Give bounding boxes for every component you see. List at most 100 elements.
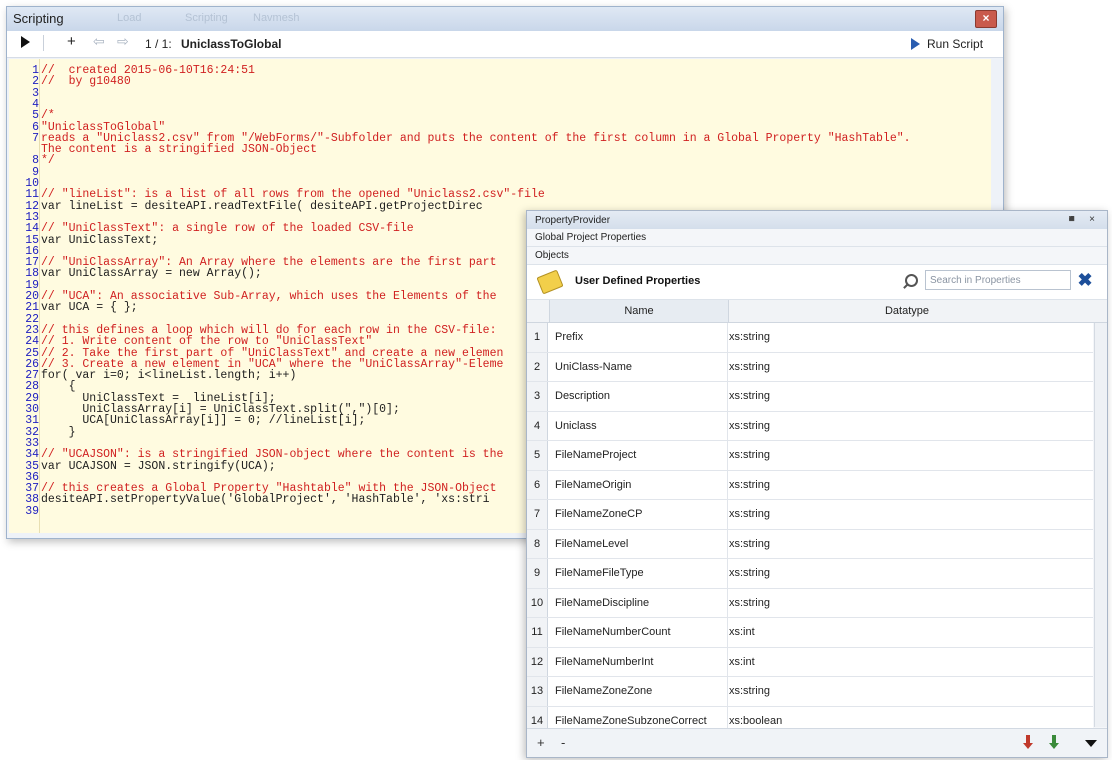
row-index: 12 — [527, 647, 548, 676]
pp-header: User Defined Properties ✖ — [527, 265, 1107, 300]
property-name[interactable]: Description — [555, 382, 610, 410]
column-header-name[interactable]: Name — [549, 300, 729, 322]
vertical-scrollbar[interactable] — [1094, 323, 1107, 727]
code-text: var UCA = { }; — [41, 301, 138, 315]
table-row[interactable]: 9 FileNameFileType xs:string — [527, 559, 1093, 589]
property-datatype[interactable]: xs:string — [729, 559, 770, 587]
code-line[interactable]: 8 */ — [9, 155, 55, 167]
row-index: 9 — [527, 559, 548, 588]
clear-search-icon[interactable]: ✖ — [1075, 270, 1095, 290]
property-datatype[interactable]: xs:string — [729, 441, 770, 469]
row-index: 6 — [527, 470, 548, 499]
code-line[interactable]: 32 } — [9, 425, 75, 439]
row-index: 5 — [527, 441, 548, 470]
table-row[interactable]: 10 FileNameDiscipline xs:string — [527, 588, 1093, 618]
column-header-datatype[interactable]: Datatype — [727, 300, 1087, 322]
line-number: 34 — [25, 448, 39, 462]
table-row[interactable]: 1 Prefix xs:string — [527, 323, 1093, 353]
code-line[interactable]: 12 var lineList = desiteAPI.readTextFile(… — [9, 199, 483, 213]
column-divider — [727, 470, 728, 499]
code-line[interactable]: 39 — [9, 504, 41, 518]
line-number: 31 — [25, 414, 39, 428]
property-datatype[interactable]: xs:string — [729, 353, 770, 381]
property-name[interactable]: FileNameZoneZone — [555, 677, 652, 705]
run-all-icon[interactable] — [21, 36, 30, 48]
table-row[interactable]: 7 FileNameZoneCP xs:string — [527, 500, 1093, 530]
property-datatype[interactable]: xs:string — [729, 471, 770, 499]
property-name[interactable]: FileNameLevel — [555, 530, 628, 558]
run-script-button[interactable]: Run Script — [927, 37, 983, 51]
ghost-tab-scripting: Scripting — [185, 12, 228, 24]
line-number: 32 — [25, 425, 39, 439]
property-datatype[interactable]: xs:string — [729, 412, 770, 440]
property-datatype[interactable]: xs:string — [729, 382, 770, 410]
column-divider — [727, 441, 728, 470]
code-line[interactable]: 15 var UniClassText; — [9, 233, 159, 247]
table-row[interactable]: 2 UniClass-Name xs:string — [527, 352, 1093, 382]
add-property-button[interactable]: + — [537, 735, 545, 750]
code-line[interactable]: The content is a stringified JSON-Object — [9, 144, 317, 156]
remove-property-button[interactable]: - — [561, 735, 565, 750]
line-number: 6 — [32, 120, 39, 134]
line-number: 38 — [25, 493, 39, 507]
property-name[interactable]: Prefix — [555, 323, 583, 351]
code-text: var lineList = desiteAPI.readTextFile( d… — [41, 199, 483, 213]
code-line[interactable]: 3 — [9, 87, 41, 99]
property-datatype[interactable]: xs:string — [729, 677, 770, 705]
line-number: 39 — [25, 504, 39, 518]
property-name[interactable]: FileNameOrigin — [555, 471, 631, 499]
menu-dropdown-icon[interactable] — [1085, 740, 1097, 747]
property-name[interactable]: UniClass-Name — [555, 353, 632, 381]
row-index: 7 — [527, 500, 548, 529]
add-script-button[interactable]: + — [67, 33, 76, 50]
table-row[interactable]: 8 FileNameLevel xs:string — [527, 529, 1093, 559]
script-position: 1 / 1: — [145, 37, 172, 51]
property-datatype[interactable]: xs:string — [729, 500, 770, 528]
code-text: var UCAJSON = JSON.stringify(UCA); — [41, 459, 276, 473]
row-index: 10 — [527, 588, 548, 617]
property-name[interactable]: FileNameDiscipline — [555, 589, 649, 617]
pp-section-objects[interactable]: Objects — [527, 247, 1107, 265]
property-datatype[interactable]: xs:int — [729, 618, 755, 646]
pp-title: PropertyProvider — [535, 215, 611, 226]
property-name[interactable]: FileNameNumberInt — [555, 648, 653, 676]
back-arrow-icon[interactable]: ⇦ — [93, 33, 105, 50]
property-name[interactable]: Uniclass — [555, 412, 597, 440]
scripting-titlebar: Scripting Load Scripting Navmesh × — [7, 7, 1003, 31]
code-line[interactable]: 18 var UniClassArray = new Array(); — [9, 268, 262, 280]
export-down-icon[interactable] — [1023, 735, 1033, 749]
line-number: 7 — [32, 131, 39, 145]
close-icon[interactable]: × — [975, 10, 997, 28]
table-row[interactable]: 13 FileNameZoneZone xs:string — [527, 677, 1093, 707]
pp-window-controls[interactable]: ◾ × — [1066, 214, 1099, 225]
table-row[interactable]: 12 FileNameNumberInt xs:int — [527, 647, 1093, 677]
line-number: 11 — [25, 188, 39, 202]
table-row[interactable]: 5 FileNameProject xs:string — [527, 441, 1093, 471]
property-name[interactable]: FileNameZoneCP — [555, 500, 642, 528]
property-name[interactable]: FileNameProject — [555, 441, 636, 469]
row-index: 2 — [527, 352, 548, 381]
import-down-icon[interactable] — [1049, 735, 1059, 749]
table-row[interactable]: 6 FileNameOrigin xs:string — [527, 470, 1093, 500]
code-line[interactable]: 2// by g10480 — [9, 76, 131, 88]
property-datatype[interactable]: xs:string — [729, 323, 770, 351]
table-row[interactable]: 11 FileNameNumberCount xs:int — [527, 618, 1093, 648]
code-line[interactable]: 35 var UCAJSON = JSON.stringify(UCA); — [9, 459, 276, 473]
table-row[interactable]: 3 Description xs:string — [527, 382, 1093, 412]
pp-footer: + - — [527, 728, 1107, 757]
property-datatype[interactable]: xs:string — [729, 530, 770, 558]
code-line[interactable]: 38 desiteAPI.setPropertyValue('GlobalProj… — [9, 493, 489, 507]
run-script-icon[interactable] — [911, 38, 920, 50]
search-input[interactable] — [925, 270, 1071, 290]
code-line[interactable]: 21 var UCA = { }; — [9, 301, 138, 315]
code-text: var UniClassText; — [41, 233, 159, 247]
property-provider-panel: PropertyProvider ◾ × Global Project Prop… — [526, 210, 1108, 758]
property-datatype[interactable]: xs:string — [729, 589, 770, 617]
forward-arrow-icon[interactable]: ⇨ — [117, 33, 129, 50]
property-name[interactable]: FileNameNumberCount — [555, 618, 671, 646]
property-name[interactable]: FileNameFileType — [555, 559, 644, 587]
table-row[interactable]: 4 Uniclass xs:string — [527, 411, 1093, 441]
row-index: 8 — [527, 529, 548, 558]
property-datatype[interactable]: xs:int — [729, 648, 755, 676]
code-line[interactable]: 22 — [9, 313, 41, 325]
